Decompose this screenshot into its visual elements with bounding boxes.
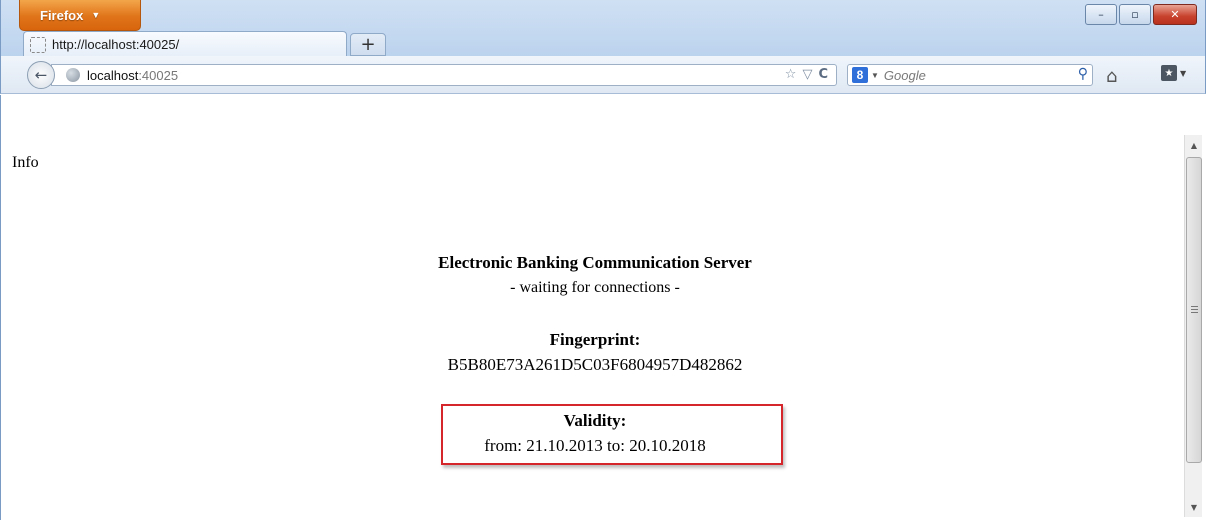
scroll-down-arrow-icon[interactable]: ▼ — [1185, 499, 1203, 515]
search-icon[interactable]: ⚲ — [1078, 66, 1088, 82]
url-bar[interactable]: localhost :40025 ☆ ▽ C — [51, 64, 837, 86]
search-placeholder: Google — [883, 67, 926, 83]
bookmarks-icon: ★ — [1161, 65, 1177, 81]
firefox-menu-button[interactable]: Firefox ▼ — [19, 0, 141, 31]
chevron-down-icon[interactable]: ▼ — [871, 71, 879, 80]
tab-localhost[interactable]: http://localhost:40025/ — [23, 31, 347, 57]
navigation-toolbar: localhost :40025 ☆ ▽ C ← 8 ▼ Google ⚲ ⌂ … — [0, 56, 1206, 94]
server-status: - waiting for connections - — [510, 279, 680, 296]
fingerprint-label: Fingerprint: — [549, 330, 641, 349]
close-button[interactable]: ✕ — [1153, 4, 1197, 25]
new-tab-button[interactable]: + — [350, 33, 386, 56]
fingerprint-value: B5B80E73A261D5C03F6804957D482862 — [447, 355, 743, 374]
window-titlebar: Firefox ▼ – ▫ ✕ http://localhost:40025/ … — [0, 0, 1206, 57]
grip-icon — [1191, 306, 1198, 313]
restore-button[interactable]: ▫ — [1119, 4, 1151, 25]
globe-icon — [66, 68, 80, 82]
minimize-button[interactable]: – — [1085, 4, 1117, 25]
scroll-up-arrow-icon[interactable]: ▲ — [1185, 137, 1203, 153]
url-host: localhost — [87, 67, 139, 83]
url-port: :40025 — [138, 67, 179, 83]
home-icon[interactable]: ⌂ — [1106, 66, 1117, 87]
window-controls: – ▫ ✕ — [1085, 4, 1197, 25]
firefox-menu-label: Firefox — [40, 7, 84, 23]
reload-icon[interactable]: C — [818, 67, 828, 82]
bookmarks-button[interactable]: ★ ▼ — [1161, 65, 1186, 81]
google-engine-icon[interactable]: 8 — [852, 67, 868, 83]
chevron-down-icon: ▼ — [1180, 68, 1187, 78]
vertical-scrollbar[interactable]: ▲ ▼ — [1184, 135, 1202, 517]
url-dropdown-icon[interactable]: ▽ — [802, 67, 812, 82]
back-button[interactable]: ← — [27, 61, 55, 89]
server-title: Electronic Banking Communication Server — [438, 253, 752, 272]
page-heading: Info — [12, 154, 39, 171]
search-bar[interactable]: 8 ▼ Google ⚲ — [847, 64, 1093, 86]
validity-highlight-box — [441, 404, 783, 465]
tab-title: http://localhost:40025/ — [52, 37, 180, 52]
chevron-down-icon: ▼ — [91, 10, 101, 20]
scrollbar-thumb[interactable] — [1186, 157, 1202, 463]
bookmark-star-icon[interactable]: ☆ — [785, 67, 797, 82]
blank-page-icon — [30, 36, 46, 53]
